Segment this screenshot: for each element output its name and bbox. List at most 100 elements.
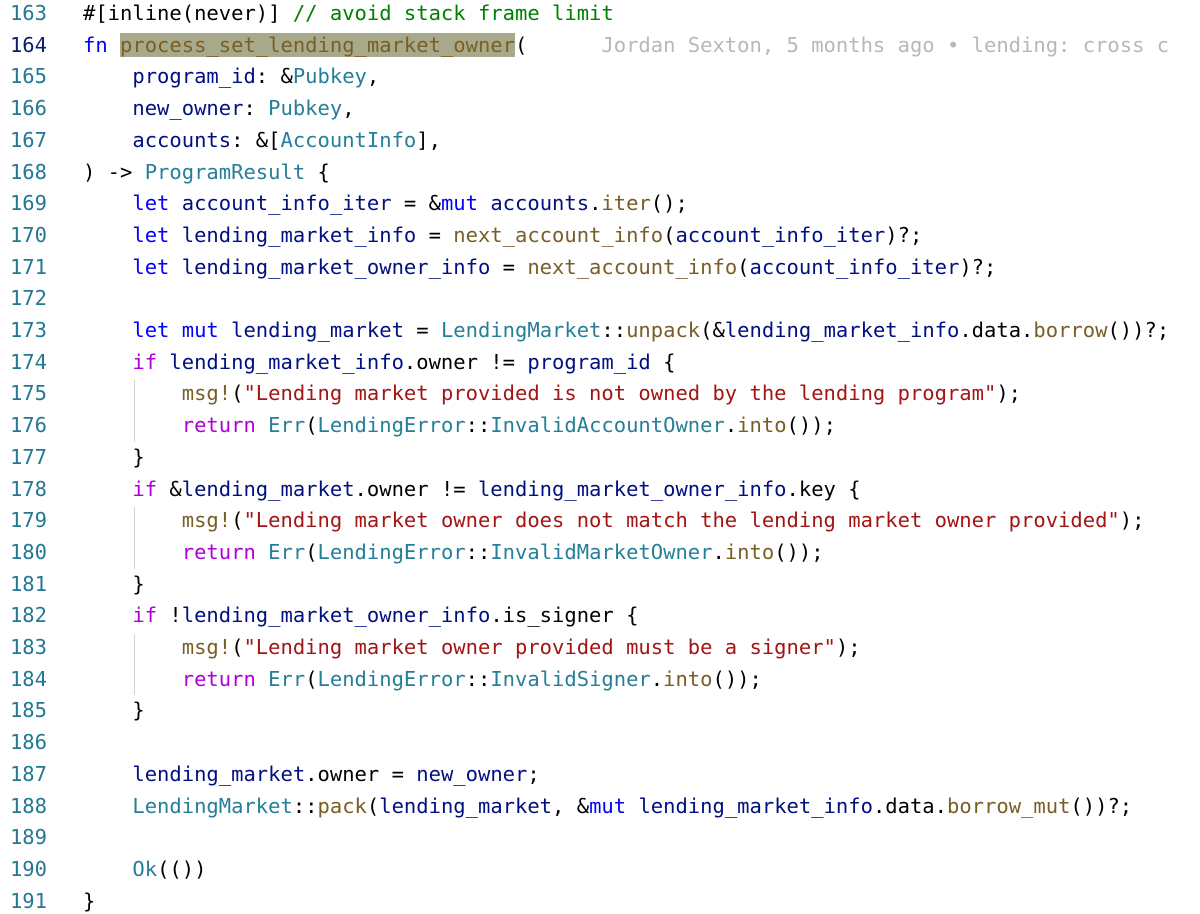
code-text: accounts: &[AccountInfo], xyxy=(83,125,441,157)
code-token: ( xyxy=(305,539,318,564)
code-token: ) -> xyxy=(83,159,145,184)
line-number: 173 xyxy=(9,318,47,342)
line-number: 172 xyxy=(9,286,47,311)
code-token: lending_market xyxy=(132,761,306,786)
code-line[interactable]: 164 fn process_set_lending_market_owner( … xyxy=(0,30,1200,62)
code-text: if !lending_market_owner_info.is_signer … xyxy=(83,600,638,632)
code-token: #[inline(never)] xyxy=(83,1,293,25)
code-token: ); xyxy=(835,635,861,659)
code-token: } xyxy=(83,698,145,723)
line-number: 185 xyxy=(9,698,47,723)
code-line[interactable]: 176 return Err(LendingError::InvalidAcco… xyxy=(0,410,1200,442)
line-number: 164 xyxy=(9,32,47,57)
code-line[interactable]: 185 } xyxy=(0,695,1200,727)
indent-guide xyxy=(134,634,135,696)
code-token: Err xyxy=(268,413,306,438)
code-token: lending_market_owner_info xyxy=(477,476,787,501)
code-token: : xyxy=(243,96,269,121)
code-line[interactable]: 182 if !lending_market_owner_info.is_sig… xyxy=(0,600,1200,632)
code-token: :: xyxy=(465,666,491,691)
code-text: let lending_market_owner_info = next_acc… xyxy=(83,252,996,284)
code-token: AccountInfo xyxy=(280,127,417,152)
code-line[interactable]: 165 program_id: &Pubkey, xyxy=(0,61,1200,93)
line-number: 183 xyxy=(9,635,47,659)
code-text: return Err(LendingError::InvalidSigner.i… xyxy=(83,664,762,696)
code-token: :: xyxy=(465,413,491,438)
code-line[interactable]: 181 } xyxy=(0,569,1200,601)
code-token: mut xyxy=(181,318,219,342)
code-token: return xyxy=(181,413,256,438)
code-token: let xyxy=(132,191,170,216)
code-token: let xyxy=(132,254,170,279)
code-line[interactable]: 167 accounts: &[AccountInfo], xyxy=(0,125,1200,157)
code-text: lending_market.owner = new_owner; xyxy=(83,759,539,791)
line-number: 177 xyxy=(9,444,47,469)
code-line[interactable]: 171 let lending_market_owner_info = next… xyxy=(0,252,1200,284)
code-line[interactable]: 172 xyxy=(0,283,1200,315)
code-line[interactable]: 177 } xyxy=(0,442,1200,474)
code-token: } xyxy=(83,444,145,469)
code-line[interactable]: 168) -> ProgramResult { xyxy=(0,157,1200,189)
code-line[interactable]: 191} xyxy=(0,886,1200,914)
code-token: into xyxy=(737,413,787,438)
code-token: into xyxy=(663,666,713,691)
code-token: process_set_lending_market_owner xyxy=(120,32,515,57)
code-line[interactable]: 183 msg!("Lending market owner provided … xyxy=(0,632,1200,664)
code-token: .owner != xyxy=(403,349,528,374)
code-token: ( xyxy=(231,635,244,659)
code-token: = xyxy=(403,318,441,342)
code-line[interactable]: 190 Ok(()) xyxy=(0,854,1200,886)
code-text: let mut lending_market = LendingMarket::… xyxy=(83,315,1169,347)
code-line[interactable]: 166 new_owner: Pubkey, xyxy=(0,93,1200,125)
code-token: ! xyxy=(157,603,182,628)
code-token: lending_market_owner_info xyxy=(181,603,491,628)
code-line[interactable]: 163 #[inline(never)] // avoid stack frame… xyxy=(0,0,1200,30)
code-token: ( xyxy=(663,222,676,247)
code-token: msg! xyxy=(181,381,232,406)
code-line[interactable]: 189 xyxy=(0,822,1200,854)
code-line[interactable]: 169 let account_info_iter = &mut account… xyxy=(0,188,1200,220)
code-token: fn xyxy=(83,32,108,57)
code-line[interactable]: 187 lending_market.owner = new_owner; xyxy=(0,759,1200,791)
code-line[interactable]: 175 msg!("Lending market provided is not… xyxy=(0,378,1200,410)
code-line[interactable]: 179 msg!("Lending market owner does not … xyxy=(0,505,1200,537)
code-token: if xyxy=(132,603,158,628)
code-token: borrow_mut xyxy=(947,793,1071,818)
code-token: . xyxy=(724,413,738,438)
code-text: } xyxy=(83,569,144,601)
line-number: 165 xyxy=(9,64,47,89)
code-line[interactable]: 184 return Err(LendingError::InvalidSign… xyxy=(0,664,1200,696)
code-line[interactable]: 174 if lending_market_info.owner != prog… xyxy=(0,347,1200,379)
code-line[interactable]: 178 if &lending_market.owner != lending_… xyxy=(0,474,1200,506)
code-token: next_account_info xyxy=(453,222,664,247)
code-token: accounts xyxy=(490,191,590,216)
code-token: ( xyxy=(231,381,244,406)
line-number: 170 xyxy=(9,222,47,247)
code-token: InvalidMarketOwner xyxy=(490,539,713,564)
code-text: msg!("Lending market owner does not matc… xyxy=(83,505,1145,537)
line-number: 178 xyxy=(9,476,47,501)
code-line[interactable]: 180 return Err(LendingError::InvalidMark… xyxy=(0,537,1200,569)
code-token: ()); xyxy=(712,666,762,691)
code-token: :: xyxy=(601,318,627,342)
code-token: & xyxy=(157,476,182,501)
code-token: ()); xyxy=(786,413,836,438)
code-line[interactable]: 188 LendingMarket::pack(lending_market, … xyxy=(0,791,1200,823)
code-line[interactable]: 186 xyxy=(0,727,1200,759)
code-editor[interactable]: 163 #[inline(never)] // avoid stack frame… xyxy=(0,0,1200,914)
code-line[interactable]: 170 let lending_market_info = next_accou… xyxy=(0,220,1200,252)
line-number: 186 xyxy=(9,730,47,755)
code-token: .key { xyxy=(786,476,861,501)
code-line[interactable]: 173 let mut lending_market = LendingMark… xyxy=(0,315,1200,347)
line-number: 166 xyxy=(9,96,47,121)
code-token: "Lending market owner provided must be a… xyxy=(243,635,836,659)
code-token: ProgramResult xyxy=(144,159,306,184)
